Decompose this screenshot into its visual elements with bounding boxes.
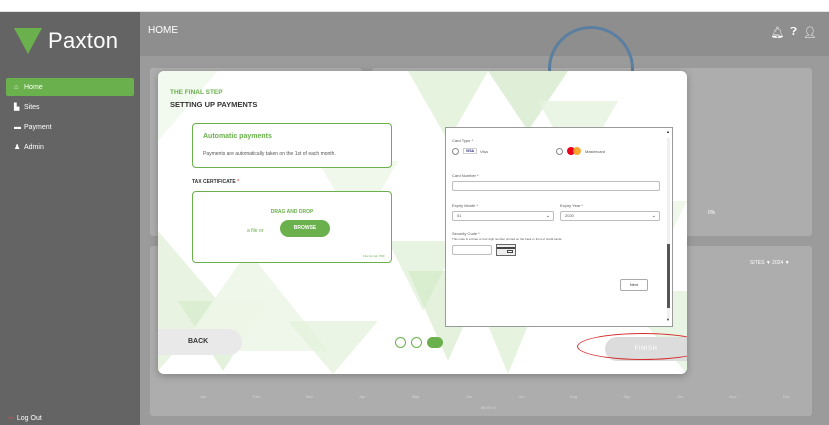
logout-label: Log Out [16, 415, 42, 422]
expiry-year-value: 2020 [565, 213, 574, 218]
payment-icon: ▬ [14, 123, 21, 131]
percent-readout: 0% [708, 210, 716, 216]
automatic-payments-description: Payments are automatically taken on the … [203, 151, 336, 157]
security-code-label: Security Code * [452, 231, 480, 236]
mastercard-logo-icon [567, 147, 581, 155]
file-or-label: a file or [247, 228, 264, 234]
month-tick: Jun [465, 394, 473, 399]
step-indicator [395, 337, 443, 348]
sidebar-item-label: Home [24, 83, 43, 91]
month-tick: Aug [569, 394, 578, 399]
top-header: HOME 🔔︎ ❓︎ 👤︎ [140, 12, 829, 56]
month-tick: Jul [518, 394, 524, 399]
logo-text: Paxton [48, 28, 119, 53]
step-dot-2 [411, 337, 422, 348]
card-number-input[interactable] [452, 181, 660, 191]
security-code-hint: This code is a three or four digit numbe… [452, 237, 563, 241]
sidebar-item-sites[interactable]: ▙ Sites [6, 98, 134, 116]
automatic-payments-title: Automatic payments [203, 133, 272, 140]
security-code-input[interactable] [452, 245, 492, 255]
month-tick: Nov [729, 394, 737, 399]
next-button[interactable]: Next [620, 279, 648, 291]
tax-certificate-label: TAX CERTIFICATE * [192, 179, 239, 185]
month-tick: Feb [252, 394, 260, 399]
sidebar-item-label: Admin [24, 143, 44, 151]
logout-icon: ⇦ [8, 415, 14, 422]
drag-and-drop-label: DRAG AND DROP [270, 209, 314, 215]
month-tick: Dec [782, 394, 790, 399]
browse-button[interactable]: BROWSE [280, 220, 330, 237]
chart-x-axis-title: MONTH [481, 405, 496, 410]
visa-radio[interactable] [452, 148, 459, 155]
card-back-icon [496, 244, 516, 256]
tax-certificate-dropzone[interactable]: DRAG AND DROP a file or BROWSE File form… [192, 191, 392, 263]
file-format-hint: File format: PDF [363, 254, 385, 258]
card-type-label: Card Type * [452, 138, 474, 143]
sidebar-item-payment[interactable]: ▬ Payment [6, 118, 134, 136]
automatic-payments-card: Automatic payments Payments are automati… [192, 123, 392, 168]
logout-link[interactable]: ⇦ Log Out [8, 414, 42, 422]
chart-filters[interactable]: SITES ▼ 2024 ▼ [750, 260, 790, 266]
step-label: THE FINAL STEP [170, 89, 223, 96]
month-tick: Mar [306, 394, 313, 399]
scrollbar-thumb[interactable] [667, 244, 670, 308]
page-title: HOME [148, 25, 178, 36]
visa-label: Visa [480, 149, 488, 154]
expiry-year-label: Expiry Year * [560, 203, 583, 208]
chevron-down-icon: ⌄ [651, 213, 656, 219]
user-icon[interactable]: 👤︎ [803, 26, 817, 39]
back-button[interactable]: BACK [158, 329, 242, 355]
sidebar-item-home[interactable]: ⌂ Home [6, 78, 134, 96]
chevron-down-icon: ⌄ [545, 213, 550, 219]
month-tick: Oct [676, 394, 684, 399]
header-icons: 🔔︎ ❓︎ 👤︎ [770, 26, 817, 39]
help-icon[interactable]: ❓︎ [790, 26, 797, 39]
month-tick: Jan [200, 394, 207, 399]
visa-logo-icon: VISA [463, 148, 477, 154]
required-marker: * [237, 179, 240, 185]
sidebar-nav: ⌂ Home ▙ Sites ▬ Payment ♟ Admin [6, 78, 134, 158]
payment-setup-modal: THE FINAL STEP SETTING UP PAYMENTS Autom… [158, 71, 687, 374]
expiry-month-select[interactable]: 01 ⌄ [452, 211, 554, 221]
sidebar-item-label: Sites [24, 103, 40, 111]
expiry-month-label: Expiry Month * [452, 203, 479, 208]
month-tick: Apr [359, 394, 366, 399]
bell-icon[interactable]: 🔔︎ [770, 26, 784, 39]
tax-certificate-text: TAX CERTIFICATE [192, 179, 236, 185]
paxton-logo: Paxton [14, 28, 118, 54]
card-number-label: Card Number * [452, 173, 479, 178]
payment-form-panel: Card Type * VISA Visa Mastercard Card Nu… [445, 127, 673, 327]
sites-icon: ▙ [14, 104, 20, 111]
expiry-year-select[interactable]: 2020 ⌄ [560, 211, 660, 221]
month-tick: Sep [623, 394, 631, 399]
scroll-down-arrow-icon[interactable]: ▼ [666, 317, 670, 322]
logo-mark-icon [14, 28, 42, 54]
expiry-month-value: 01 [457, 213, 462, 218]
scroll-up-arrow-icon[interactable]: ▲ [666, 129, 670, 134]
sidebar: Paxton ⌂ Home ▙ Sites ▬ Payment ♟ Admin … [0, 12, 140, 425]
chart-x-axis: Jan Feb Mar Apr May Jun Jul Aug Sep Oct … [200, 394, 790, 399]
sidebar-item-label: Payment [24, 123, 52, 131]
step-dot-3-active [427, 337, 443, 348]
mastercard-label: Mastercard [585, 149, 606, 154]
sidebar-item-admin[interactable]: ♟ Admin [6, 138, 134, 156]
month-tick: May [411, 394, 420, 399]
home-icon: ⌂ [14, 83, 19, 91]
admin-icon: ♟ [14, 144, 21, 151]
browser-top-strip [0, 0, 829, 12]
step-dot-1 [395, 337, 406, 348]
modal-title: SETTING UP PAYMENTS [170, 100, 258, 109]
mastercard-radio[interactable] [556, 148, 563, 155]
